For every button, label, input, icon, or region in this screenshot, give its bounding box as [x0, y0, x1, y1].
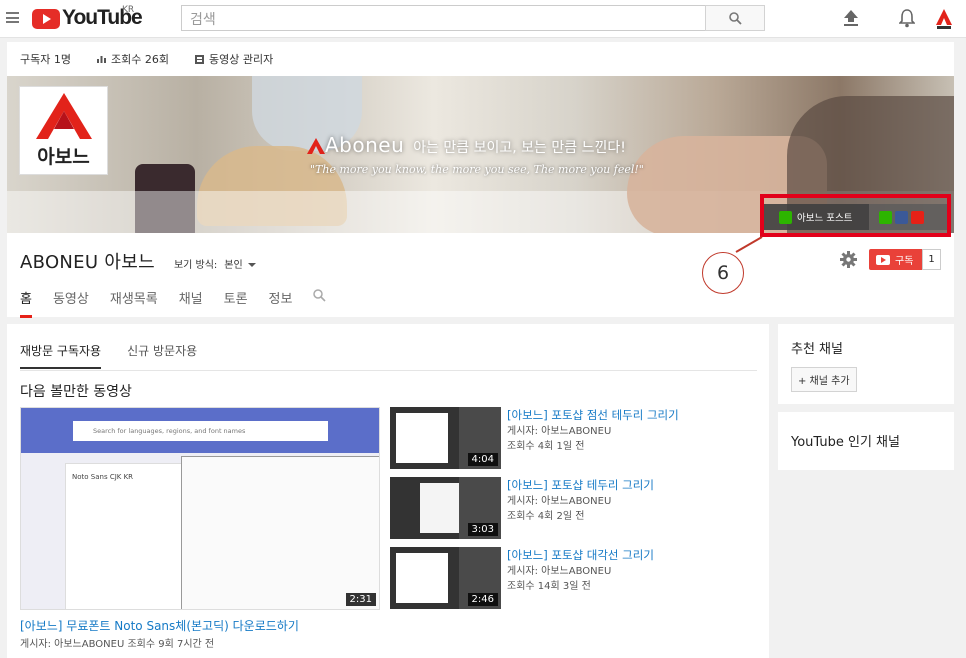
thumb-canvas: [396, 553, 448, 603]
banner-brand: Aboneu: [325, 133, 405, 157]
view-as-label: 보기 방식:: [173, 260, 218, 271]
chevron-down-icon: [247, 263, 256, 267]
video-thumbnail[interactable]: 2:46: [390, 547, 501, 609]
video-duration: 3:03: [467, 523, 498, 536]
youtube-icon: [876, 254, 890, 265]
home-subtabs: 재방문 구독자용 신규 방문자용: [20, 342, 197, 369]
channel-header: 구독자 1명 조회수 26회 동영상 관리자 아보느 Aboneu 아는 만큼 …: [7, 42, 954, 318]
tab-home[interactable]: 홈: [20, 288, 32, 318]
video-manager-icon: [194, 54, 204, 64]
gear-icon[interactable]: [840, 251, 857, 268]
video-thumbnail[interactable]: 4:04: [390, 407, 501, 469]
tab-videos[interactable]: 동영상: [53, 288, 89, 318]
section-title: 다음 볼만한 동영상: [20, 384, 132, 400]
video-list: 4:04 [아보느] 포토샵 점선 테두리 그리기 게시자: 아보느ABONEU…: [390, 407, 760, 617]
video-manager-label: 동영상 관리자: [208, 53, 274, 66]
thumb-font-name: Noto Sans CJK KR: [72, 473, 134, 481]
recommended-channels-card: 추천 채널 + 채널 추가: [778, 324, 954, 404]
banner-tagline-ko: 아는 만큼 보이고, 보는 만큼 느낀다!: [413, 140, 626, 156]
video-stats: 조회수 4회 1일 전: [507, 441, 585, 452]
tab-playlists[interactable]: 재생목록: [110, 288, 158, 318]
banner-tagline-en: "The more you know, the more you see, Th…: [310, 163, 644, 176]
list-item[interactable]: 3:03 [아보느] 포토샵 테두리 그리기 게시자: 아보느ABONEU 조회…: [390, 477, 760, 547]
video-title[interactable]: [아보느] 포토샵 대각선 그리기: [507, 547, 654, 563]
video-author: 게시자: 아보느ABONEU: [507, 496, 612, 507]
search-button[interactable]: [705, 5, 765, 31]
annotation-highlight-box: [760, 194, 951, 237]
upload-icon[interactable]: [843, 9, 859, 27]
video-stats: 조회수 14회 3일 전: [507, 581, 591, 592]
recommended-channels-title: 추천 채널: [791, 342, 843, 357]
view-count-label: 조회수 26회: [110, 53, 169, 66]
channel-search-icon[interactable]: [313, 289, 327, 302]
aboneu-logo-icon: [36, 93, 92, 139]
thumb-search-box: Search for languages, regions, and font …: [73, 421, 328, 441]
video-author: 게시자: 아보느ABONEU: [507, 566, 612, 577]
video-title[interactable]: [아보느] 포토샵 테두리 그리기: [507, 477, 654, 493]
tab-discussion[interactable]: 토론: [224, 288, 248, 318]
main-content: 재방문 구독자용 신규 방문자용 다음 볼만한 동영상 Search for l…: [7, 324, 769, 658]
region-label: KR: [122, 5, 135, 15]
tab-channels[interactable]: 채널: [179, 288, 203, 318]
video-title[interactable]: [아보느] 포토샵 점선 테두리 그리기: [507, 407, 679, 423]
popular-channels-card: YouTube 인기 채널: [778, 412, 954, 470]
featured-video-thumbnail[interactable]: Search for languages, regions, and font …: [20, 407, 380, 610]
notification-bell-icon[interactable]: [899, 9, 915, 28]
thumb-canvas: [396, 413, 448, 463]
divider: [20, 370, 757, 371]
channel-avatar[interactable]: 아보느: [19, 86, 108, 175]
banner-logo-icon: [307, 138, 325, 154]
view-count[interactable]: 조회수 26회: [96, 51, 169, 67]
video-stats: 조회수 4회 2일 전: [507, 511, 585, 522]
chart-icon: [96, 56, 106, 63]
video-duration: 2:31: [345, 593, 376, 606]
account-avatar-icon[interactable]: [935, 8, 953, 30]
channel-avatar-text: 아보느: [37, 146, 90, 168]
thumb-explorer-window: [181, 456, 379, 609]
video-duration: 2:46: [467, 593, 498, 606]
add-channel-button[interactable]: + 채널 추가: [791, 367, 857, 392]
youtube-logo-icon[interactable]: [32, 9, 60, 29]
channel-title-row: ABONEU 아보느 보기 방식: 본인: [20, 248, 256, 274]
video-duration: 4:04: [467, 453, 498, 466]
tab-about[interactable]: 정보: [269, 288, 293, 318]
popular-channels-title[interactable]: YouTube 인기 채널: [791, 431, 941, 450]
video-thumbnail[interactable]: 3:03: [390, 477, 501, 539]
subscribe-control: 구독 1: [869, 249, 941, 270]
tab-new-visitors[interactable]: 신규 방문자용: [127, 342, 197, 369]
view-as-value: 본인: [224, 260, 243, 271]
subscriber-count: 구독자 1명: [20, 53, 71, 66]
menu-icon[interactable]: [6, 12, 19, 23]
subscribe-label: 구독: [895, 256, 914, 267]
top-bar: YouTube KR 검색: [0, 0, 966, 38]
search-input[interactable]: 검색: [181, 5, 706, 31]
search-icon: [729, 12, 742, 25]
annotation-callout-number: 6: [702, 252, 744, 294]
video-manager-link[interactable]: 동영상 관리자: [194, 51, 274, 67]
video-author: 게시자: 아보느ABONEU: [507, 426, 612, 437]
tab-returning-subscribers[interactable]: 재방문 구독자용: [20, 342, 102, 369]
channel-name: ABONEU 아보느: [20, 252, 155, 273]
featured-video-meta: 게시자: 아보느ABONEU 조회수 9회 7시간 전: [20, 639, 215, 650]
featured-video-title[interactable]: [아보느] 무료폰트 Noto Sans체(본고딕) 다운로드하기: [20, 617, 299, 634]
view-as-selector[interactable]: 보기 방식: 본인: [174, 256, 256, 271]
list-item[interactable]: 2:46 [아보느] 포토샵 대각선 그리기 게시자: 아보느ABONEU 조회…: [390, 547, 760, 617]
right-sidebar: 추천 채널 + 채널 추가 YouTube 인기 채널: [778, 324, 954, 478]
channel-tabs: 홈 동영상 재생목록 채널 토론 정보: [20, 288, 327, 318]
list-item[interactable]: 4:04 [아보느] 포토샵 점선 테두리 그리기 게시자: 아보느ABONEU…: [390, 407, 760, 477]
subscribe-button[interactable]: 구독: [869, 249, 923, 270]
banner-tagline: Aboneu 아는 만큼 보이고, 보는 만큼 느낀다!: [307, 133, 626, 157]
subscriber-badge: 1: [922, 249, 941, 270]
channel-stats-bar: 구독자 1명 조회수 26회 동영상 관리자: [7, 42, 954, 76]
